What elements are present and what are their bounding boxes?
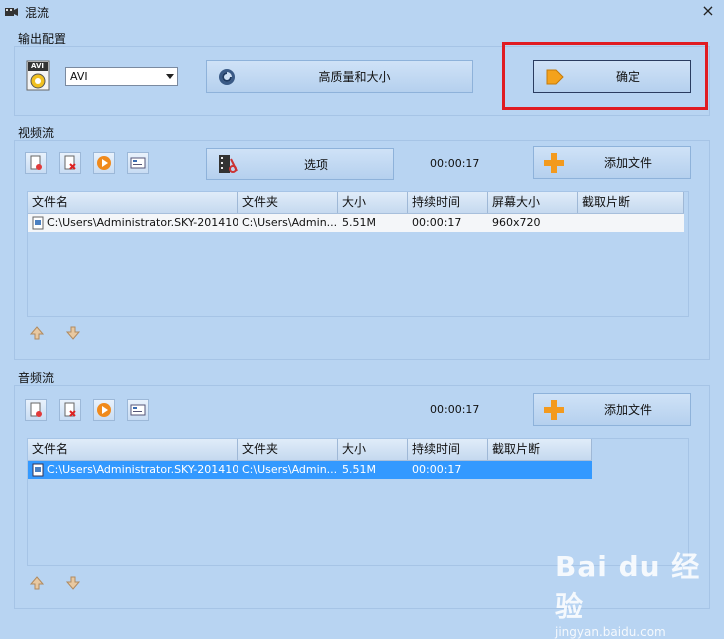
video-file-table: 文件名 文件夹 大小 持续时间 屏幕大小 截取片断 C:\Users\Admin… [27, 191, 689, 317]
video-play-button[interactable] [93, 152, 115, 174]
column-header[interactable]: 截取片断 [578, 192, 684, 213]
window-title: 混流 [25, 6, 50, 20]
move-up-icon[interactable] [28, 324, 46, 342]
delete-icon [64, 155, 76, 170]
options-button-label: 选项 [303, 157, 328, 172]
cell-clip [578, 214, 684, 232]
move-down-icon[interactable] [64, 324, 82, 342]
table-row[interactable]: C:\Users\Administrator.SKY-201410... C:\… [28, 214, 684, 232]
highlight-box [502, 42, 708, 110]
info-card-icon [130, 157, 146, 169]
column-header[interactable]: 大小 [338, 439, 408, 460]
column-header[interactable]: 文件夹 [238, 439, 338, 460]
cell-folder: C:\Users\Admin... [242, 216, 338, 229]
cell-duration: 00:00:17 [412, 216, 462, 229]
column-header[interactable]: 文件夹 [238, 192, 338, 213]
audio-add-doc-button[interactable] [25, 399, 47, 421]
cell-size: 5.51M [342, 216, 376, 229]
format-select-value: AVI [70, 70, 88, 83]
file-icon [32, 463, 44, 477]
plus-icon [542, 151, 566, 175]
audio-section-label: 音频流 [18, 371, 55, 385]
quality-button-label: 高质量和大小 [318, 70, 391, 84]
column-header[interactable]: 文件名 [28, 192, 238, 213]
video-add-file-button[interactable]: 添加文件 [533, 146, 691, 179]
options-button[interactable]: 选项 [206, 148, 394, 180]
audio-table-header: 文件名 文件夹 大小 持续时间 截取片断 [28, 439, 592, 461]
cell-folder: C:\Users\Admin... [242, 463, 338, 476]
audio-duration: 00:00:17 [430, 403, 480, 416]
avi-format-icon: AVI [25, 60, 53, 92]
table-row[interactable]: C:\Users\Administrator.SKY-201410... C:\… [28, 461, 592, 479]
quality-button[interactable]: 高质量和大小 [206, 60, 473, 93]
audio-add-file-button[interactable]: 添加文件 [533, 393, 691, 426]
column-header[interactable]: 持续时间 [408, 439, 488, 460]
column-header[interactable]: 屏幕大小 [488, 192, 578, 213]
audio-remove-button[interactable] [59, 399, 81, 421]
watermark-brand: Bai du 经验 [555, 550, 701, 623]
video-table-header: 文件名 文件夹 大小 持续时间 屏幕大小 截取片断 [28, 192, 684, 214]
audio-info-button[interactable] [127, 399, 149, 421]
document-add-icon [30, 402, 42, 417]
file-icon [32, 216, 44, 230]
audio-play-button[interactable] [93, 399, 115, 421]
cell-clip [488, 461, 592, 479]
baidu-watermark: Bai du 经验 jingyan.baidu.com [555, 545, 715, 639]
video-add-doc-button[interactable] [25, 152, 47, 174]
column-header[interactable]: 持续时间 [408, 192, 488, 213]
close-icon[interactable]: × [698, 1, 718, 21]
column-header[interactable]: 文件名 [28, 439, 238, 460]
video-add-file-label: 添加文件 [603, 156, 652, 170]
cell-size: 5.51M [342, 463, 376, 476]
plus-icon [542, 398, 566, 422]
move-down-icon[interactable] [64, 574, 82, 592]
video-remove-button[interactable] [59, 152, 81, 174]
film-edit-icon [217, 153, 239, 175]
cell-filename: C:\Users\Administrator.SKY-201410... [47, 463, 238, 476]
document-add-icon [30, 155, 42, 170]
move-up-icon[interactable] [28, 574, 46, 592]
watermark-url: jingyan.baidu.com [555, 625, 666, 639]
gear-icon [217, 67, 237, 87]
avi-badge-text: AVI [31, 62, 44, 70]
column-header[interactable]: 截取片断 [488, 439, 592, 460]
delete-icon [64, 402, 76, 417]
title-bar: 混流 × [0, 0, 724, 24]
play-icon [97, 403, 111, 417]
column-header[interactable]: 大小 [338, 192, 408, 213]
output-section-label: 输出配置 [18, 32, 67, 46]
video-duration: 00:00:17 [430, 157, 480, 170]
cell-resolution: 960x720 [492, 216, 541, 229]
chevron-down-icon [166, 74, 174, 79]
film-icon [4, 5, 18, 18]
format-select[interactable]: AVI [65, 67, 178, 86]
audio-add-file-label: 添加文件 [603, 403, 652, 417]
cell-filename: C:\Users\Administrator.SKY-201410... [47, 216, 238, 229]
cell-duration: 00:00:17 [412, 463, 462, 476]
play-icon [97, 156, 111, 170]
video-section-label: 视频流 [18, 126, 55, 140]
video-info-button[interactable] [127, 152, 149, 174]
info-card-icon [130, 404, 146, 416]
